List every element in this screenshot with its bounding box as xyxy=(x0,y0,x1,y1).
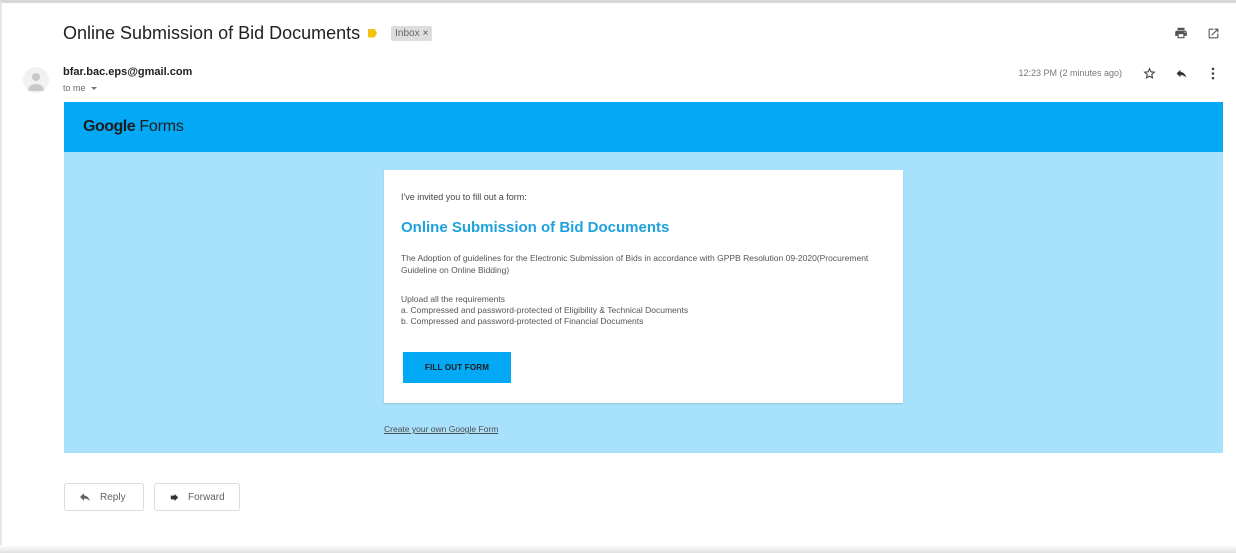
open-in-new-window-icon[interactable] xyxy=(1204,24,1222,42)
reply-icon[interactable] xyxy=(1172,64,1190,82)
forward-button[interactable]: Forward xyxy=(154,483,240,511)
logo-suffix: Forms xyxy=(139,118,184,135)
sender-address[interactable]: bfar.bac.eps@gmail.com xyxy=(63,66,192,78)
recipient-details[interactable]: to me xyxy=(63,83,97,93)
logo-brand: Google xyxy=(83,118,136,135)
form-title[interactable]: Online Submission of Bid Documents xyxy=(401,219,669,236)
inbox-label-text: Inbox xyxy=(395,27,420,39)
create-google-form-link[interactable]: Create your own Google Form xyxy=(384,424,498,434)
form-invite-card: I've invited you to fill out a form: Onl… xyxy=(384,170,903,403)
star-icon[interactable] xyxy=(1140,64,1158,82)
person-avatar-icon[interactable] xyxy=(23,67,49,93)
importance-marker-icon[interactable] xyxy=(368,28,381,38)
recipient-label: to me xyxy=(63,83,86,93)
reply-button-label: Reply xyxy=(100,491,126,503)
more-vertical-icon[interactable] xyxy=(1204,64,1222,82)
bottom-edge xyxy=(0,545,1236,553)
email-subject: Online Submission of Bid Documents xyxy=(63,22,361,43)
top-right-actions xyxy=(1172,24,1222,42)
google-forms-header: Google Forms xyxy=(64,102,1223,152)
requirement-item: a. Compressed and password-protected of … xyxy=(401,305,689,315)
print-icon[interactable] xyxy=(1172,24,1190,42)
message-meta: 12:23 PM (2 minutes ago) xyxy=(1018,64,1222,82)
inbox-label[interactable]: Inbox × xyxy=(391,25,433,41)
reply-icon xyxy=(80,492,90,501)
fill-out-form-button[interactable]: FILL OUT FORM xyxy=(403,352,511,383)
subject-row: Online Submission of Bid Documents Inbox… xyxy=(63,20,433,46)
requirements-list: Upload all the requirements a. Compresse… xyxy=(401,294,891,327)
google-forms-logo: Google Forms xyxy=(83,118,184,136)
reply-button[interactable]: Reply xyxy=(64,483,144,511)
form-description: The Adoption of guidelines for the Elect… xyxy=(401,253,869,275)
requirement-item: b. Compressed and password-protected of … xyxy=(401,316,644,326)
requirements-heading: Upload all the requirements xyxy=(401,294,505,304)
invite-text: I've invited you to fill out a form: xyxy=(401,192,527,202)
forward-icon xyxy=(170,493,179,501)
chevron-down-icon[interactable] xyxy=(90,86,97,90)
received-time: 12:23 PM (2 minutes ago) xyxy=(1018,68,1122,78)
remove-label-icon[interactable]: × xyxy=(423,28,429,39)
forward-button-label: Forward xyxy=(188,491,225,503)
